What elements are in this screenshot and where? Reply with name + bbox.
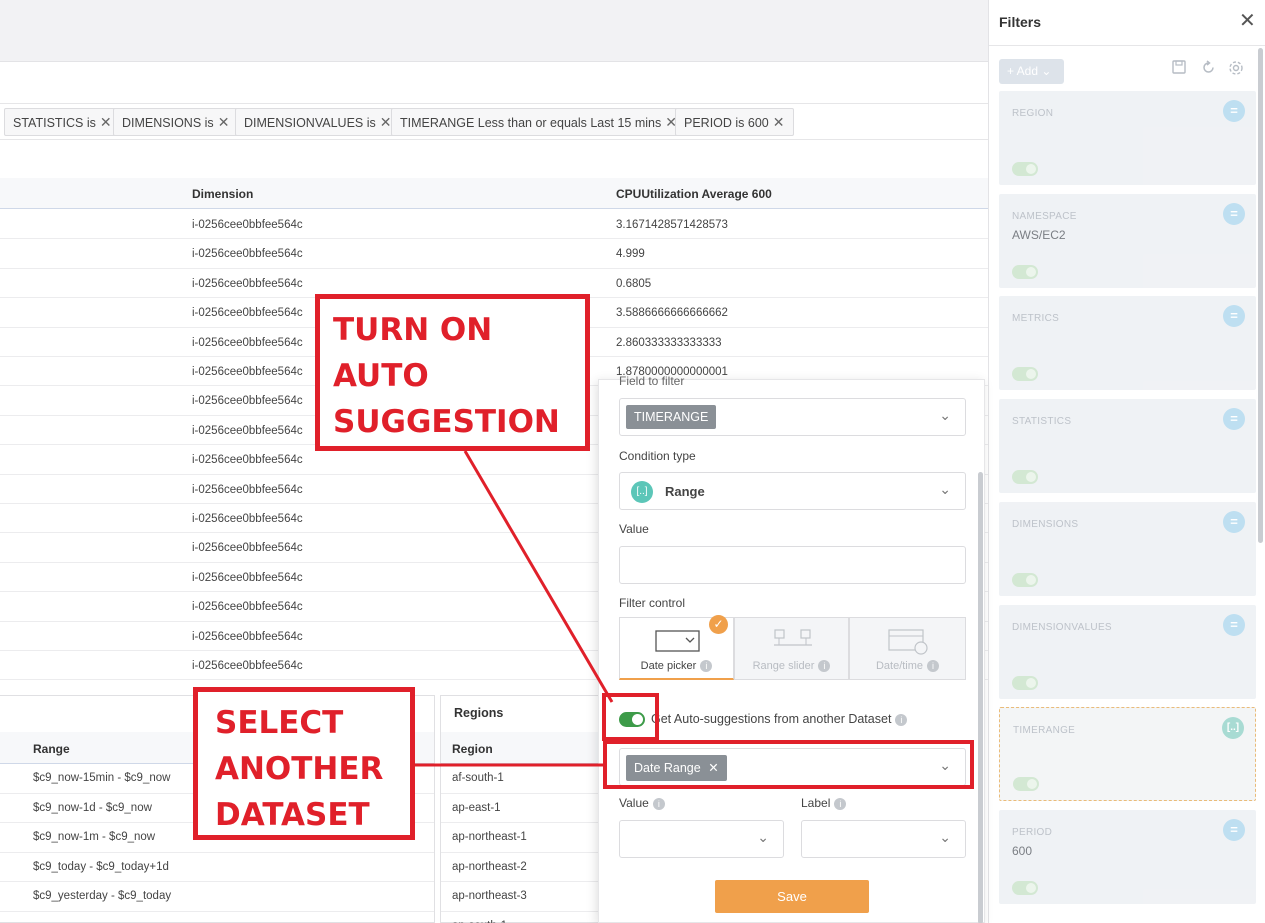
annotation-line: ANOTHER [215,751,384,787]
annotation-line: TURN ON [333,312,493,348]
annotation-select-another-dataset: SELECT ANOTHER DATASET [193,687,415,840]
highlight-toggle [602,693,659,741]
annotation-line: SUGGESTION [333,404,560,440]
annotation-line: DATASET [215,797,370,833]
annotation-turn-on-auto-suggestion: TURN ON AUTO SUGGESTION [315,294,590,451]
highlight-dataset-select [603,740,974,789]
annotation-line: SELECT [215,705,344,741]
annotation-line: AUTO [333,358,429,394]
